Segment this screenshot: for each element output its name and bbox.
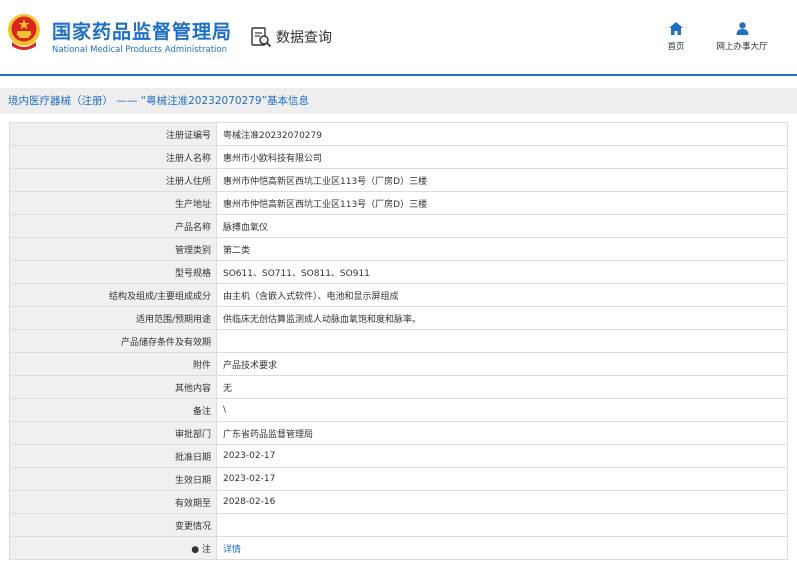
table-row: 注册人住所 惠州市仲恺高新区西坑工业区113号（厂房D）三楼 xyxy=(9,168,788,192)
field-value: 惠州市仲恺高新区西坑工业区113号（厂房D）三楼 xyxy=(216,168,788,192)
field-value: 由主机（含嵌入式软件）、电池和显示屏组成 xyxy=(216,283,788,307)
field-value xyxy=(216,329,788,353)
field-label: 适用范围/预期用途 xyxy=(9,306,217,330)
field-value: SO611、SO711、SO811、SO911 xyxy=(216,260,788,284)
field-value: 供临床无创估算监测成人动脉血氧饱和度和脉率。 xyxy=(216,306,788,330)
nav-home[interactable]: 首页 xyxy=(664,22,688,52)
field-label: 生效日期 xyxy=(9,467,217,491)
site-subtitle: National Medical Products Administration xyxy=(52,45,227,55)
field-label: 生产地址 xyxy=(9,191,217,215)
detail-link[interactable]: 详情 xyxy=(223,545,241,555)
field-label: 批准日期 xyxy=(9,444,217,468)
breadcrumb: 境内医疗器械（注册） —— “粤械注准20232070279”基本信息 xyxy=(0,88,797,114)
data-query-label: 数据查询 xyxy=(276,30,332,46)
note-label: ● 注 xyxy=(9,536,217,560)
table-row: 结构及组成/主要组成成分 由主机（含嵌入式软件）、电池和显示屏组成 xyxy=(9,283,788,307)
header-divider xyxy=(0,74,797,76)
site-title: 国家药品监督管理局 xyxy=(52,21,233,43)
field-label: 产品储存条件及有效期 xyxy=(9,329,217,353)
field-value: 脉搏血氧仪 xyxy=(216,214,788,238)
field-label: 型号规格 xyxy=(9,260,217,284)
note-value: 详情 xyxy=(216,536,788,560)
table-row: 备注 \ xyxy=(9,398,788,422)
field-label: 变更情况 xyxy=(9,513,217,537)
user-icon xyxy=(736,22,748,35)
national-emblem-logo xyxy=(8,14,40,50)
field-value: 广东省药品监督管理局 xyxy=(216,421,788,445)
field-label: 其他内容 xyxy=(9,375,217,399)
field-label: 备注 xyxy=(9,398,217,422)
field-value xyxy=(216,513,788,537)
field-value: 惠州市仲恺高新区西坑工业区113号（厂房D）三楼 xyxy=(216,191,788,215)
table-row: 生效日期 2023-02-17 xyxy=(9,467,788,491)
table-row: 产品储存条件及有效期 xyxy=(9,329,788,353)
table-row: 变更情况 xyxy=(9,513,788,537)
field-value: 2028-02-16 xyxy=(216,490,788,514)
table-row: 注册人名称 惠州市小欧科技有限公司 xyxy=(9,145,788,169)
field-label: 结构及组成/主要组成成分 xyxy=(9,283,217,307)
field-label: 附件 xyxy=(9,352,217,376)
document-search-icon xyxy=(251,27,272,48)
nav-online-office[interactable]: 网上办事大厅 xyxy=(710,22,774,52)
table-row: 型号规格 SO611、SO711、SO811、SO911 xyxy=(9,260,788,284)
field-value: 产品技术要求 xyxy=(216,352,788,376)
field-value: 2023-02-17 xyxy=(216,444,788,468)
table-row: 审批部门 广东省药品监督管理局 xyxy=(9,421,788,445)
record-table: 注册证编号 粤械注准20232070279 注册人名称 惠州市小欧科技有限公司 注册人住… xyxy=(9,122,788,560)
field-label: 有效期至 xyxy=(9,490,217,514)
field-value: 第二类 xyxy=(216,237,788,261)
field-value: 粤械注准20232070279 xyxy=(216,122,788,146)
site-header: 国家药品监督管理局 National Medical Products Admi… xyxy=(0,0,797,76)
table-row: 产品名称 脉搏血氧仪 xyxy=(9,214,788,238)
breadcrumb-detail: “粤械注准20232070279”基本信息 xyxy=(140,95,310,107)
table-row-note: ● 注 详情 xyxy=(9,536,788,560)
nav-home-label: 首页 xyxy=(667,42,685,52)
field-label: 注册人住所 xyxy=(9,168,217,192)
breadcrumb-section[interactable]: 境内医疗器械（注册） xyxy=(8,95,113,107)
info-icon: ● xyxy=(191,544,200,555)
field-value: 惠州市小欧科技有限公司 xyxy=(216,145,788,169)
field-label: 管理类别 xyxy=(9,237,217,261)
field-value: \ xyxy=(216,398,788,422)
field-label: 注册证编号 xyxy=(9,122,217,146)
table-row: 其他内容无 xyxy=(9,375,788,399)
field-value: 无 xyxy=(216,375,788,399)
table-row: 有效期至 2028-02-16 xyxy=(9,490,788,514)
home-icon xyxy=(669,22,683,35)
field-label: 审批部门 xyxy=(9,421,217,445)
table-row: 批准日期 2023-02-17 xyxy=(9,444,788,468)
table-row: 管理类别 第二类 xyxy=(9,237,788,261)
field-label: 注册人名称 xyxy=(9,145,217,169)
table-row: 生产地址 惠州市仲恺高新区西坑工业区113号（厂房D）三楼 xyxy=(9,191,788,215)
breadcrumb-separator: —— xyxy=(116,95,138,107)
table-row: 附件 产品技术要求 xyxy=(9,352,788,376)
nav-online-office-label: 网上办事大厅 xyxy=(716,42,768,52)
data-query-link[interactable]: 数据查询 xyxy=(250,26,332,48)
table-row: 注册证编号 粤械注准20232070279 xyxy=(9,122,788,146)
field-value: 2023-02-17 xyxy=(216,467,788,491)
field-label: 产品名称 xyxy=(9,214,217,238)
table-row: 适用范围/预期用途 供临床无创估算监测成人动脉血氧饱和度和脉率。 xyxy=(9,306,788,330)
